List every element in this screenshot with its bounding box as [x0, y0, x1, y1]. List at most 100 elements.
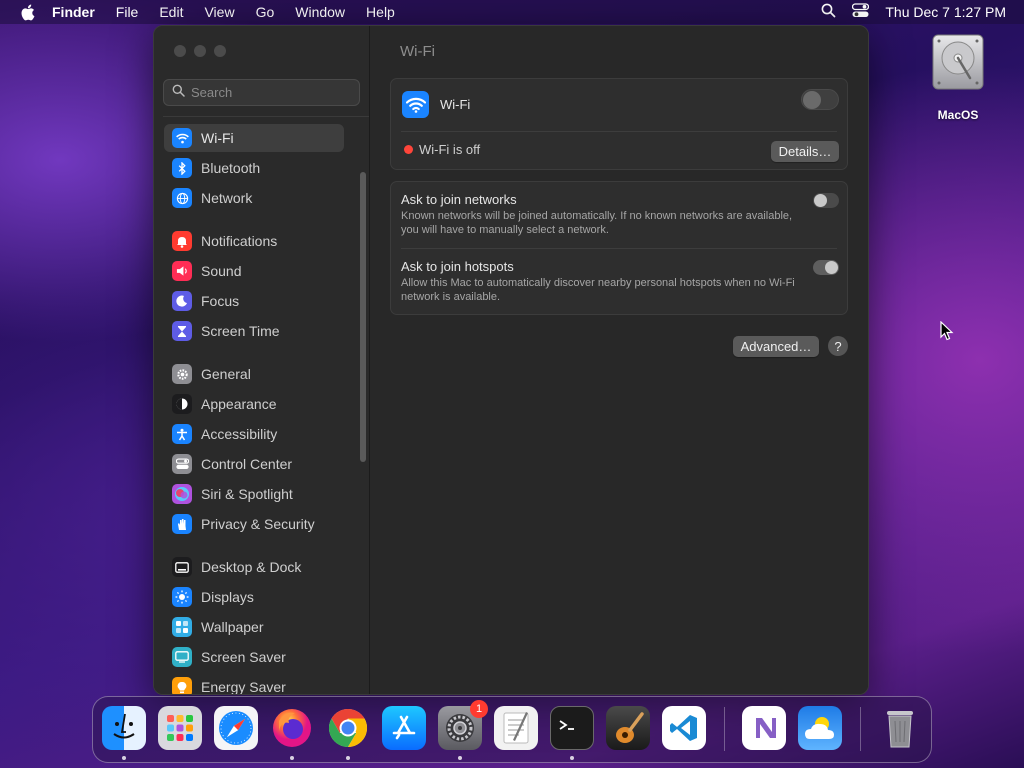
- sidebar-search[interactable]: [163, 79, 360, 106]
- menu-window[interactable]: Window: [295, 4, 345, 20]
- dock-icon: [172, 557, 192, 577]
- sidebar-item-bluetooth[interactable]: Bluetooth: [164, 154, 344, 182]
- sidebar-scrollbar[interactable]: [360, 172, 366, 462]
- control-center-menu-icon[interactable]: [852, 3, 870, 21]
- status-indicator-red: [404, 145, 413, 154]
- running-indicator: [346, 756, 350, 760]
- sidebar-item-label: Accessibility: [201, 426, 278, 442]
- sidebar-item-accessibility[interactable]: Accessibility: [164, 420, 344, 448]
- ask-networks-toggle-knob: [814, 194, 827, 207]
- control-center-icon: [172, 454, 192, 474]
- sidebar-item-label: Notifications: [201, 233, 278, 249]
- wifi-card: Wi-Fi Wi-Fi is off Details…: [390, 78, 848, 170]
- ask-networks-toggle[interactable]: [813, 193, 839, 208]
- wifi-icon: [172, 128, 192, 148]
- sidebar-item-label: Bluetooth: [201, 160, 261, 176]
- dock-divider: [860, 707, 861, 751]
- sidebar-item-label: Displays: [201, 589, 254, 605]
- trash-icon[interactable]: [878, 706, 922, 750]
- dock: 1: [92, 696, 932, 763]
- sidebar-item-general[interactable]: General: [164, 360, 344, 388]
- sidebar-item-label: Energy Saver: [201, 679, 286, 695]
- sidebar-item-label: General: [201, 366, 251, 382]
- sidebar-item-energy-saver[interactable]: Energy Saver: [164, 673, 344, 695]
- menu-file[interactable]: File: [116, 4, 139, 20]
- garageband-icon[interactable]: [606, 706, 650, 750]
- settings-content: Wi-Fi Wi-Fi Wi-Fi is off Details… Ask to…: [370, 26, 868, 694]
- page-title: Wi-Fi: [400, 43, 435, 60]
- bell-icon: [172, 231, 192, 251]
- dock-divider: [724, 707, 725, 751]
- sidebar-item-wi-fi[interactable]: Wi-Fi: [164, 124, 344, 152]
- hand-icon: [172, 514, 192, 534]
- system-settings-icon[interactable]: 1: [438, 700, 488, 750]
- sidebar-item-displays[interactable]: Displays: [164, 583, 344, 611]
- ask-hotspots-description: Allow this Mac to automatically discover…: [401, 277, 795, 303]
- firefox-icon[interactable]: [270, 706, 314, 750]
- menu-app-name[interactable]: Finder: [52, 4, 95, 20]
- minimize-button[interactable]: [194, 45, 206, 57]
- search-input[interactable]: [191, 85, 351, 100]
- sidebar-item-focus[interactable]: Focus: [164, 287, 344, 315]
- sidebar-item-label: Appearance: [201, 396, 277, 412]
- launchpad-icon[interactable]: [158, 706, 202, 750]
- running-indicator: [458, 756, 462, 760]
- ask-networks-title: Ask to join networks: [401, 192, 517, 207]
- sidebar-item-screen-saver[interactable]: Screen Saver: [164, 643, 344, 671]
- menu-help[interactable]: Help: [366, 4, 395, 20]
- terminal-icon[interactable]: [550, 706, 594, 750]
- sidebar-item-network[interactable]: Network: [164, 184, 344, 212]
- zoom-button[interactable]: [214, 45, 226, 57]
- menu-view[interactable]: View: [204, 4, 234, 20]
- menu-clock[interactable]: Thu Dec 7 1:27 PM: [885, 4, 1006, 20]
- weather-icon[interactable]: [798, 706, 842, 750]
- close-button[interactable]: [174, 45, 186, 57]
- menu-bar: Finder File Edit View Go Window Help Thu…: [0, 0, 1024, 24]
- chrome-icon[interactable]: [326, 706, 370, 750]
- finder-icon[interactable]: [102, 706, 146, 750]
- sidebar-item-label: Screen Time: [201, 323, 280, 339]
- wifi-toggle[interactable]: [801, 89, 839, 110]
- system-settings-window: Wi-Fi Bluetooth Network Notifications Sound F…: [153, 25, 869, 695]
- ask-hotspots-toggle[interactable]: [813, 260, 839, 275]
- help-button[interactable]: ?: [828, 336, 848, 356]
- sidebar-item-label: Control Center: [201, 456, 293, 472]
- sun-icon: [172, 587, 192, 607]
- menu-go[interactable]: Go: [256, 4, 275, 20]
- sidebar-item-control-center[interactable]: Control Center: [164, 450, 344, 478]
- desktop-disk-label: MacOS: [937, 108, 979, 122]
- sidebar-item-sound[interactable]: Sound: [164, 257, 344, 285]
- visual-studio-icon[interactable]: [742, 706, 786, 750]
- menu-edit[interactable]: Edit: [159, 4, 183, 20]
- globe-icon: [172, 188, 192, 208]
- sidebar-item-siri-spotlight[interactable]: Siri & Spotlight: [164, 480, 344, 508]
- apple-menu-icon[interactable]: [18, 3, 36, 21]
- sidebar-item-screen-time[interactable]: Screen Time: [164, 317, 344, 345]
- details-button[interactable]: Details…: [771, 141, 839, 162]
- sidebar-item-privacy-security[interactable]: Privacy & Security: [164, 510, 344, 538]
- sidebar-item-appearance[interactable]: Appearance: [164, 390, 344, 418]
- vscode-icon[interactable]: [662, 706, 706, 750]
- sidebar-item-desktop-dock[interactable]: Desktop & Dock: [164, 553, 344, 581]
- sidebar-item-wallpaper[interactable]: Wallpaper: [164, 613, 344, 641]
- app-store-icon[interactable]: [382, 706, 426, 750]
- ask-hotspots-title: Ask to join hotspots: [401, 259, 514, 274]
- wifi-label: Wi-Fi: [440, 97, 471, 112]
- spotlight-search-icon[interactable]: [821, 3, 836, 21]
- safari-icon[interactable]: [214, 706, 258, 750]
- screen-saver-icon: [172, 647, 192, 667]
- appearance-icon: [172, 394, 192, 414]
- hourglass-icon: [172, 321, 192, 341]
- sidebar-item-label: Wi-Fi: [201, 130, 234, 146]
- sidebar-item-label: Wallpaper: [201, 619, 264, 635]
- advanced-button[interactable]: Advanced…: [733, 336, 819, 357]
- window-controls: [174, 45, 226, 57]
- notification-badge: 1: [470, 700, 488, 718]
- textedit-icon[interactable]: [494, 706, 538, 750]
- desktop-disk-macos[interactable]: MacOS: [922, 32, 994, 122]
- bluetooth-icon: [172, 158, 192, 178]
- sidebar-item-notifications[interactable]: Notifications: [164, 227, 344, 255]
- settings-sidebar: Wi-Fi Bluetooth Network Notifications Sound F…: [154, 26, 370, 694]
- siri-icon: [172, 484, 192, 504]
- bulb-icon: [172, 677, 192, 694]
